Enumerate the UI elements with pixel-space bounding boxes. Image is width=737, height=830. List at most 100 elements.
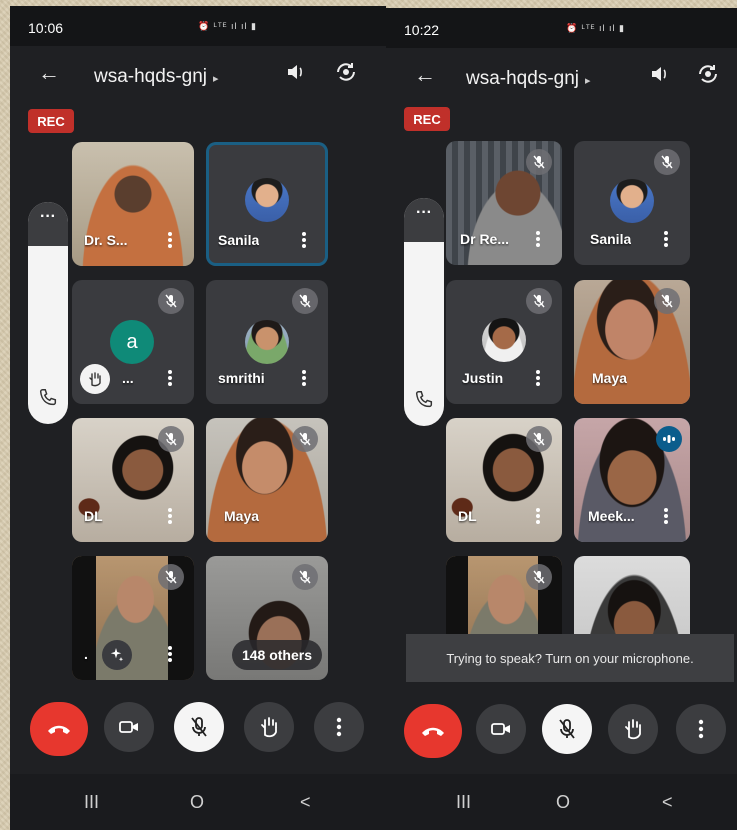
participant-tile[interactable]: Meek... <box>574 418 690 542</box>
more-vert-icon[interactable] <box>168 370 172 386</box>
participant-tile[interactable]: . <box>72 556 194 680</box>
back-arrow-icon[interactable]: ← <box>414 62 436 88</box>
participant-name: DL <box>84 508 103 524</box>
mic-toggle-button[interactable] <box>542 704 592 754</box>
meeting-header: ← wsa-hqds-gnj ▸ <box>10 46 386 106</box>
participant-tile[interactable]: DL <box>446 418 562 542</box>
status-icons: ⏰ ᴸᵀᴱ ıl ıl ▮ <box>566 23 625 33</box>
more-vert-icon[interactable] <box>168 508 172 524</box>
more-vert-button[interactable] <box>676 704 726 754</box>
sparkle-icon[interactable] <box>102 640 132 670</box>
more-vert-icon[interactable] <box>536 508 540 524</box>
participant-tile[interactable]: Sanila <box>574 141 690 265</box>
rec-badge: REC <box>404 107 450 131</box>
raise-hand-icon <box>80 364 110 394</box>
participant-tile[interactable]: Maya <box>574 280 690 404</box>
participant-name: Meek... <box>588 508 635 524</box>
status-bar: 10:22 ⏰ ᴸᵀᴱ ıl ıl ▮ <box>386 8 737 48</box>
status-bar: 10:06 ⏰ ᴸᵀᴱ ıl ıl ▮ <box>10 6 386 46</box>
mic-off-icon <box>526 564 552 590</box>
speaking-indicator-icon <box>656 426 682 452</box>
more-vert-icon[interactable] <box>536 370 540 386</box>
participant-tile[interactable]: Dr Re... <box>446 141 562 265</box>
participant-name: Dr. S... <box>84 232 128 248</box>
speaker-icon[interactable] <box>286 62 306 87</box>
home-button[interactable]: O <box>556 792 570 813</box>
microphone-hint-toast: Trying to speak? Turn on your microphone… <box>406 634 734 682</box>
participant-tile[interactable]: Maya <box>206 418 328 542</box>
more-options-icon[interactable]: ··· <box>404 198 444 242</box>
participant-tile[interactable]: a ... <box>72 280 194 404</box>
participant-name: Dr Re... <box>460 231 510 247</box>
more-vert-icon[interactable] <box>168 646 172 662</box>
participant-name: DL <box>458 508 477 524</box>
video-button[interactable] <box>104 702 154 752</box>
more-vert-icon[interactable] <box>664 508 668 524</box>
phone-icon[interactable] <box>37 387 59 414</box>
more-vert-icon[interactable] <box>302 370 306 386</box>
hangup-button[interactable] <box>404 704 462 758</box>
meeting-header: ← wsa-hqds-gnj ▸ <box>386 48 737 108</box>
nav-back-button[interactable]: < <box>300 792 311 813</box>
participant-tile[interactable]: Dr. S... <box>72 142 194 266</box>
participant-tile[interactable]: smrithi <box>206 280 328 404</box>
participant-name: Sanila <box>218 232 260 248</box>
participant-name: . <box>84 646 88 662</box>
speaker-icon[interactable] <box>650 64 670 89</box>
participant-name: smrithi <box>218 370 265 386</box>
raise-hand-button[interactable] <box>608 704 658 754</box>
more-vert-icon[interactable] <box>536 231 540 247</box>
participant-tile[interactable]: Sanila <box>206 142 328 266</box>
participant-name: Justin <box>462 370 504 386</box>
camera-switch-icon[interactable] <box>696 62 720 91</box>
recents-button[interactable]: III <box>456 792 471 813</box>
nav-back-button[interactable]: < <box>662 792 673 813</box>
mic-off-icon <box>292 288 318 314</box>
home-button[interactable]: O <box>190 792 204 813</box>
meeting-code-button[interactable]: wsa-hqds-gnj ▸ <box>94 66 219 88</box>
more-vert-icon[interactable] <box>168 232 172 248</box>
recents-button[interactable]: III <box>84 792 99 813</box>
video-button[interactable] <box>476 704 526 754</box>
avatar <box>245 320 289 364</box>
back-arrow-icon[interactable]: ← <box>38 60 60 86</box>
participant-name: Maya <box>592 370 628 386</box>
phone-screen-right: 10:22 ⏰ ᴸᵀᴱ ıl ıl ▮ ← wsa-hqds-gnj ▸ REC … <box>386 8 737 830</box>
others-count-chip[interactable]: 148 others <box>231 640 322 670</box>
avatar <box>245 178 289 222</box>
mic-off-icon <box>158 564 184 590</box>
status-icons: ⏰ ᴸᵀᴱ ıl ıl ▮ <box>198 21 257 31</box>
status-time: 10:22 <box>404 22 440 38</box>
mic-off-icon <box>654 149 680 175</box>
status-time: 10:06 <box>28 20 64 36</box>
more-vert-icon[interactable] <box>664 231 668 247</box>
more-options-icon[interactable]: ··· <box>28 202 68 246</box>
more-vert-icon[interactable] <box>302 232 306 248</box>
mic-off-icon <box>158 288 184 314</box>
rec-badge: REC <box>28 109 74 133</box>
meeting-code-button[interactable]: wsa-hqds-gnj ▸ <box>466 68 591 90</box>
participant-tile[interactable]: DL <box>72 418 194 542</box>
camera-switch-icon[interactable] <box>334 60 358 89</box>
chevron-right-icon: ▸ <box>213 73 219 85</box>
side-panel[interactable]: ··· <box>28 202 68 424</box>
participant-name: Sanila <box>590 231 632 247</box>
participant-tile[interactable]: 148 others <box>206 556 328 680</box>
mic-toggle-button[interactable] <box>174 702 224 752</box>
raise-hand-button[interactable] <box>244 702 294 752</box>
mic-off-icon <box>526 149 552 175</box>
hangup-button[interactable] <box>30 702 88 756</box>
mic-off-icon <box>292 426 318 452</box>
side-panel[interactable]: ··· <box>404 198 444 426</box>
call-controls <box>10 702 386 762</box>
system-nav-bar: III O < <box>10 774 386 830</box>
more-vert-button[interactable] <box>314 702 364 752</box>
chevron-right-icon: ▸ <box>585 75 591 87</box>
mic-off-icon <box>158 426 184 452</box>
mic-off-icon <box>526 288 552 314</box>
mic-off-icon <box>654 288 680 314</box>
participant-name: ... <box>122 370 134 386</box>
participant-tile[interactable]: Justin <box>446 280 562 404</box>
mic-off-icon <box>292 564 318 590</box>
phone-icon[interactable] <box>413 389 435 416</box>
